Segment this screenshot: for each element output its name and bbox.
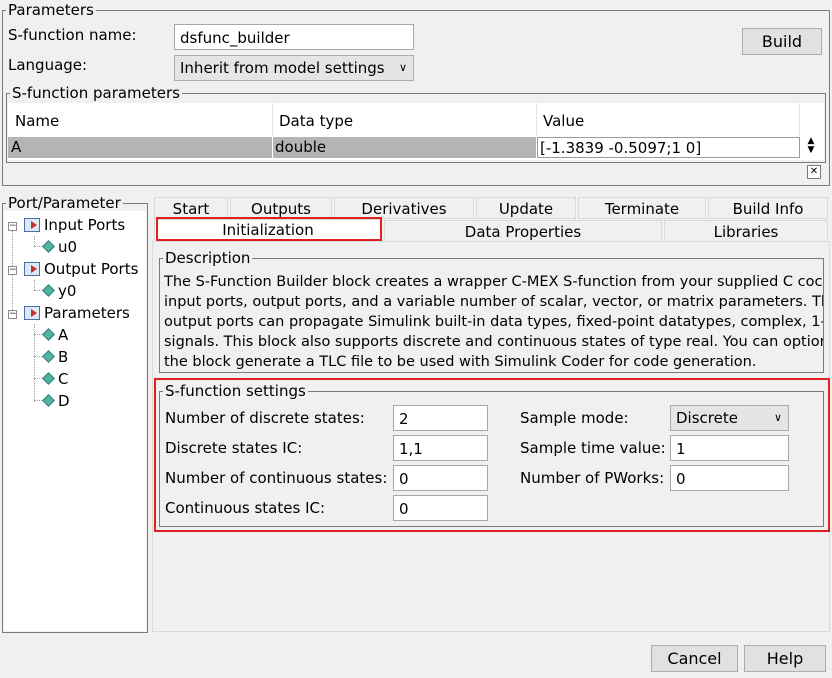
initialization-tab-highlight: [156, 217, 382, 241]
sample-time-input[interactable]: 1: [670, 435, 789, 461]
tab-update[interactable]: Update: [476, 197, 576, 219]
port-parameter-legend: Port/Parameter: [6, 194, 123, 212]
port-diamond-icon: [42, 240, 55, 253]
table-row[interactable]: A double [-1.3839 -0.5097;1 0]: [8, 137, 800, 158]
sample-mode-label: Sample mode:: [520, 409, 629, 427]
tree-item-parameters[interactable]: Parameters: [44, 303, 130, 323]
table-scrollbar[interactable]: ▲ ▼: [800, 137, 822, 158]
parameters-legend: Parameters: [6, 1, 96, 19]
num-pworks-input[interactable]: 0: [670, 465, 789, 491]
language-value: Inherit from model settings: [180, 59, 385, 77]
sfunction-settings-legend: S-function settings: [163, 382, 308, 400]
num-discrete-states-input[interactable]: 2: [393, 405, 488, 431]
tree-item-y0[interactable]: y0: [58, 281, 76, 301]
tab-start[interactable]: Start: [154, 197, 228, 219]
num-continuous-states-label: Number of continuous states:: [165, 469, 388, 487]
column-header-value[interactable]: Value: [543, 112, 584, 130]
sample-mode-value: Discrete: [676, 409, 738, 427]
sfunction-name-label: S-function name:: [8, 26, 137, 44]
tab-build-info[interactable]: Build Info: [708, 197, 828, 219]
close-icon: ✕: [809, 166, 819, 177]
chevron-down-icon: ∨: [398, 61, 407, 74]
language-label: Language:: [8, 56, 88, 74]
tab-outputs[interactable]: Outputs: [230, 197, 332, 219]
tab-derivatives[interactable]: Derivatives: [334, 197, 474, 219]
collapse-input-ports-icon[interactable]: −: [8, 222, 17, 231]
description-line: input ports, output ports, and a variabl…: [164, 294, 824, 310]
description-legend: Description: [163, 249, 253, 267]
cell-data-type[interactable]: double: [273, 137, 536, 158]
parameters-table: Name Data type Value A double [-1.3839 -…: [8, 103, 824, 160]
tree-item-a[interactable]: A: [58, 325, 68, 345]
chevron-down-icon: ∨: [773, 411, 782, 424]
description-line: The S-Function Builder block creates a w…: [164, 274, 823, 290]
collapse-output-ports-icon[interactable]: −: [8, 266, 17, 275]
parameter-diamond-icon: [42, 350, 55, 363]
build-button[interactable]: Build: [742, 28, 822, 55]
cell-value[interactable]: [-1.3839 -0.5097;1 0]: [537, 137, 800, 158]
cell-name[interactable]: A: [8, 137, 272, 158]
continuous-states-ic-input[interactable]: 0: [393, 495, 488, 521]
description-group: The S-Function Builder block creates a w…: [159, 258, 824, 373]
tab-data-properties[interactable]: Data Properties: [384, 220, 662, 242]
parameters-block-icon: [24, 306, 40, 320]
cancel-button[interactable]: Cancel: [651, 645, 738, 672]
sfunction-parameters-legend: S-function parameters: [10, 84, 182, 102]
num-pworks-label: Number of PWorks:: [520, 469, 665, 487]
tree-item-d[interactable]: D: [58, 391, 70, 411]
parameter-diamond-icon: [42, 394, 55, 407]
description-line: output ports can propagate Simulink buil…: [164, 314, 824, 330]
parameter-diamond-icon: [42, 328, 55, 341]
sample-time-label: Sample time value:: [520, 439, 666, 457]
collapse-parameters-icon[interactable]: −: [8, 310, 17, 319]
tree-item-u0[interactable]: u0: [58, 237, 77, 257]
description-line: signals. This block also supports discre…: [164, 334, 824, 350]
output-port-block-icon: [24, 262, 40, 276]
discrete-states-ic-label: Discrete states IC:: [165, 439, 303, 457]
num-discrete-states-label: Number of discrete states:: [165, 409, 365, 427]
sfunction-name-input[interactable]: dsfunc_builder: [174, 24, 414, 50]
port-parameter-tree[interactable]: − Input Ports u0 − Output Ports y0 − Par…: [4, 211, 146, 631]
table-header: Name Data type Value: [8, 103, 800, 136]
column-header-data-type[interactable]: Data type: [279, 112, 353, 130]
help-button[interactable]: Help: [744, 645, 826, 672]
tree-item-b[interactable]: B: [58, 347, 68, 367]
input-port-block-icon: [24, 218, 40, 232]
tree-item-input-ports[interactable]: Input Ports: [44, 215, 125, 235]
tab-terminate[interactable]: Terminate: [578, 197, 706, 219]
num-continuous-states-input[interactable]: 0: [393, 465, 488, 491]
column-header-name[interactable]: Name: [15, 112, 59, 130]
tab-libraries[interactable]: Libraries: [664, 220, 828, 242]
sample-mode-select[interactable]: Discrete ∨: [670, 405, 789, 431]
discrete-states-ic-input[interactable]: 1,1: [393, 435, 488, 461]
scroll-down-icon[interactable]: ▼: [800, 146, 822, 155]
tree-item-c[interactable]: C: [58, 369, 68, 389]
remove-parameter-button[interactable]: ✕: [807, 165, 821, 179]
port-diamond-icon: [42, 284, 55, 297]
continuous-states-ic-label: Continuous states IC:: [165, 499, 326, 517]
description-line: the block generate a TLC file to be used…: [164, 354, 757, 370]
parameter-diamond-icon: [42, 372, 55, 385]
language-select[interactable]: Inherit from model settings ∨: [174, 55, 414, 81]
tree-item-output-ports[interactable]: Output Ports: [44, 259, 138, 279]
